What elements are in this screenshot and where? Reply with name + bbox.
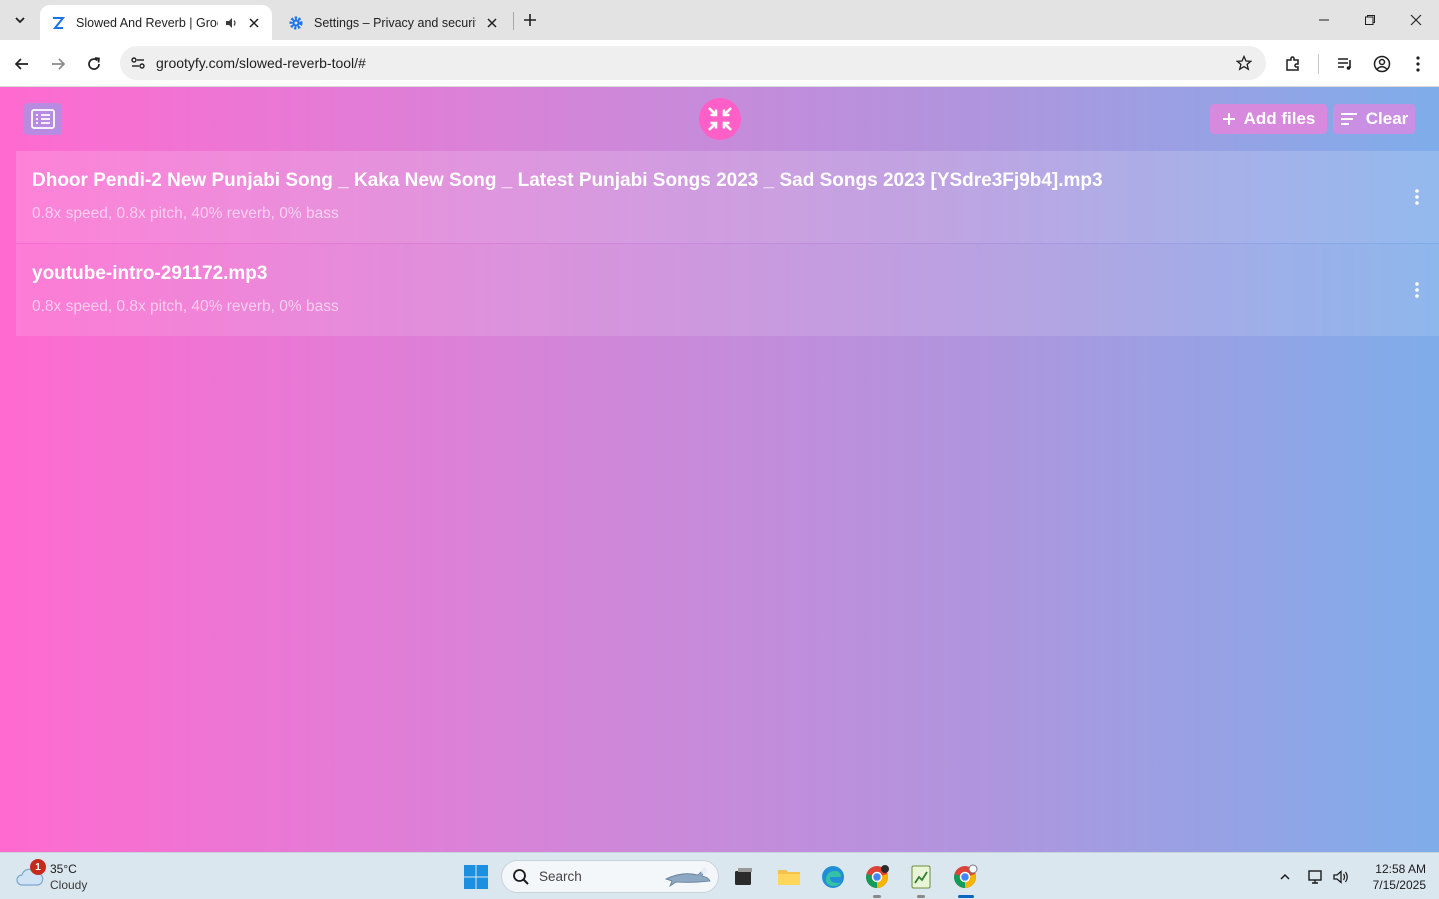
running-indicator [873, 895, 881, 898]
tab-settings-privacy[interactable]: Settings – Privacy and security [278, 5, 510, 40]
browser-tab-strip: Slowed And Reverb | Grootyfy Settings – … [0, 0, 1439, 40]
reload-icon [88, 57, 100, 70]
network-icon[interactable] [1306, 867, 1326, 887]
media-control-button[interactable] [1333, 52, 1357, 76]
puzzle-icon [1286, 56, 1299, 71]
profile-button[interactable] [1370, 52, 1394, 76]
shark-highlight-icon [664, 867, 711, 887]
close-tab-icon[interactable] [246, 15, 262, 31]
file-settings: 0.8x speed, 0.8x pitch, 40% reverb, 0% b… [32, 205, 339, 222]
arrow-left-icon [14, 58, 28, 70]
chrome-icon [866, 865, 889, 888]
chart-notepad-icon [911, 865, 931, 889]
windows-taskbar: 1 35°C Cloudy Search 12:58 AM 7/15/2025 [0, 852, 1439, 899]
search-placeholder: Search [539, 869, 582, 884]
kebab-menu-icon [1416, 56, 1420, 72]
profile-icon [1373, 55, 1391, 73]
clear-label: Clear [1365, 109, 1409, 128]
tab-slowed-reverb[interactable]: Slowed And Reverb | Grootyfy [40, 5, 272, 40]
list-item[interactable]: youtube-intro-291172.mp3 0.8x speed, 0.8… [16, 244, 1439, 336]
reload-button[interactable] [80, 50, 108, 78]
add-files-button[interactable]: Add files [1210, 104, 1327, 134]
tab-title: Slowed And Reverb | Grootyfy [76, 15, 218, 30]
list-icon [31, 109, 55, 129]
taskbar-search[interactable]: Search [501, 860, 719, 893]
kebab-menu-icon [1415, 282, 1419, 298]
windows-start-icon[interactable] [462, 863, 490, 891]
show-hidden-icons-button[interactable] [1275, 867, 1295, 887]
kebab-menu-icon [1415, 189, 1419, 205]
minimize-icon [1319, 19, 1329, 21]
system-clock[interactable]: 12:58 AM 7/15/2025 [1356, 861, 1426, 893]
tab-search-button[interactable] [6, 8, 34, 32]
chevron-up-icon [1280, 873, 1290, 880]
compress-arrows-icon [708, 107, 732, 131]
close-window-button[interactable] [1393, 0, 1439, 40]
toolbar-separator [1318, 54, 1319, 74]
plus-icon [1222, 113, 1235, 125]
arrow-right-icon [52, 58, 66, 70]
volume-icon[interactable] [1331, 867, 1351, 887]
task-view-icon [735, 868, 752, 885]
file-name: youtube-intro-291172.mp3 [32, 263, 268, 284]
browser-toolbar: grootyfy.com/slowed-reverb-tool/# [0, 40, 1439, 87]
media-queue-icon [1338, 58, 1351, 70]
speaker-icon[interactable] [224, 16, 238, 30]
close-icon [1410, 14, 1422, 26]
new-tab-button[interactable] [518, 8, 542, 32]
weather-temp: 35°C [50, 862, 77, 876]
clear-lines-icon [1340, 113, 1357, 125]
minimize-button[interactable] [1301, 0, 1347, 40]
add-files-label: Add files [1243, 109, 1316, 128]
gear-icon [289, 16, 303, 29]
file-settings: 0.8x speed, 0.8x pitch, 40% reverb, 0% b… [32, 298, 339, 315]
site-info-icon[interactable] [128, 53, 148, 73]
bookmark-star-icon[interactable] [1234, 53, 1254, 73]
active-indicator [958, 895, 974, 898]
edge-browser-button[interactable] [817, 861, 849, 893]
file-options-button[interactable] [1409, 278, 1425, 302]
slowed-reverb-app: Add files Clear Dhoor Pendi-2 New Punjab… [0, 87, 1439, 852]
weather-condition: Cloudy [50, 878, 88, 892]
edge-icon [822, 866, 844, 888]
app-logo[interactable] [699, 98, 741, 140]
file-options-button[interactable] [1409, 185, 1425, 209]
url-text[interactable]: grootyfy.com/slowed-reverb-tool/# [156, 55, 1234, 71]
restore-icon [1365, 15, 1375, 25]
clear-button[interactable]: Clear [1333, 104, 1415, 134]
list-item[interactable]: Dhoor Pendi-2 New Punjabi Song _ Kaka Ne… [16, 151, 1439, 243]
file-name: Dhoor Pendi-2 New Punjabi Song _ Kaka Ne… [32, 170, 1103, 191]
folder-icon [778, 870, 800, 885]
clock-date: 7/15/2025 [1372, 878, 1426, 892]
task-view-button[interactable] [727, 861, 759, 893]
chrome-icon [954, 864, 978, 888]
close-tab-icon[interactable] [484, 15, 500, 31]
notepad-app-button[interactable] [905, 861, 937, 898]
tab-separator [513, 12, 514, 30]
extensions-button[interactable] [1281, 52, 1305, 76]
tab-title: Settings – Privacy and security [314, 15, 476, 30]
grootyfy-favicon-icon [52, 16, 66, 29]
restore-button[interactable] [1347, 0, 1393, 40]
search-icon [513, 868, 529, 885]
weather-widget[interactable]: 1 35°C Cloudy [16, 859, 126, 895]
back-button[interactable] [8, 50, 36, 78]
address-bar[interactable]: grootyfy.com/slowed-reverb-tool/# [120, 46, 1266, 80]
running-indicator [917, 895, 925, 898]
notification-badge: 1 [30, 859, 46, 875]
browser-menu-button[interactable] [1406, 52, 1430, 76]
forward-button[interactable] [44, 50, 72, 78]
file-explorer-button[interactable] [773, 861, 805, 893]
plus-icon [524, 14, 536, 26]
chrome-profile-button[interactable] [861, 861, 893, 898]
playlist-button[interactable] [24, 103, 62, 135]
clock-time: 12:58 AM [1375, 862, 1426, 876]
chevron-down-icon [15, 17, 25, 24]
chrome-active-button[interactable] [949, 861, 981, 898]
